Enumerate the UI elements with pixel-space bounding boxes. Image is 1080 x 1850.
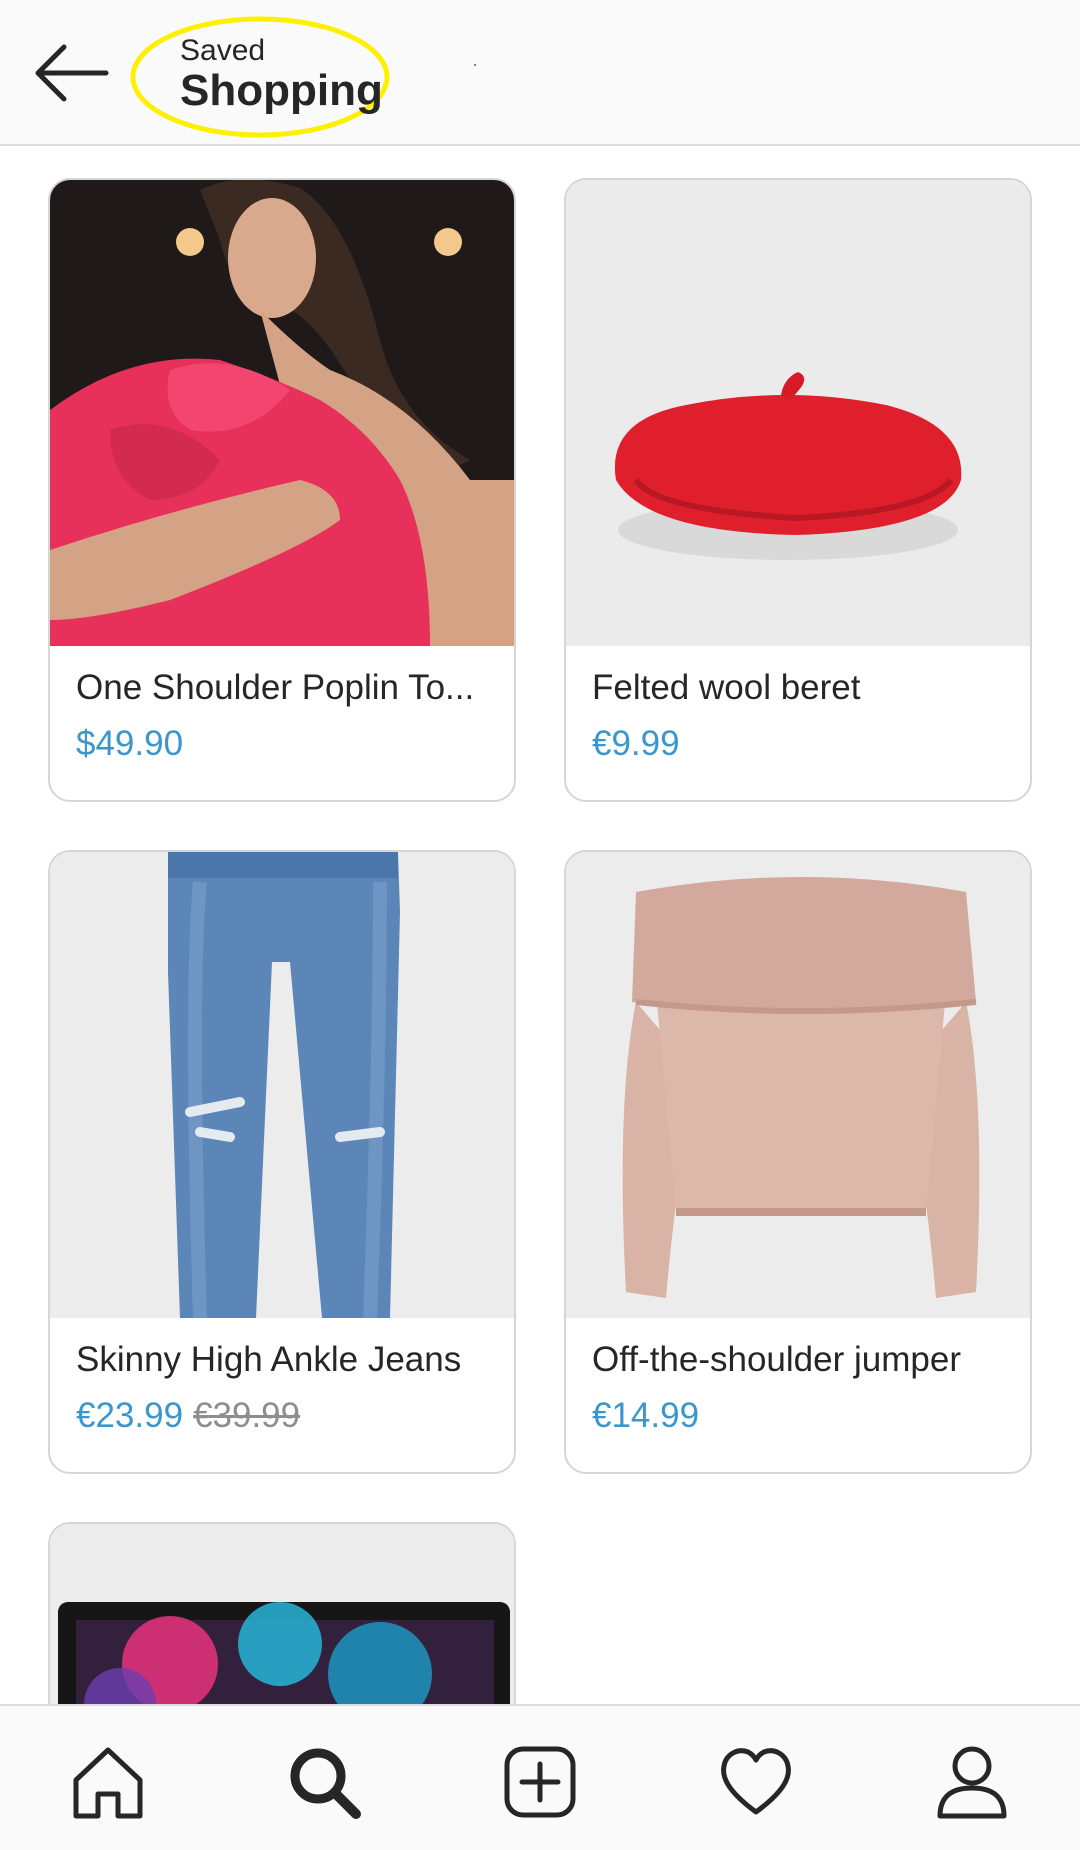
product-name: Off-the-shoulder jumper — [592, 1340, 961, 1379]
product-price: €14.99 — [592, 1396, 700, 1435]
back-button[interactable] — [30, 38, 114, 108]
product-name: Skinny High Ankle Jeans — [76, 1340, 462, 1379]
nav-add-button[interactable] — [500, 1742, 580, 1822]
add-post-icon — [504, 1746, 576, 1818]
product-name: One Shoulder Poplin To... — [76, 668, 475, 707]
bottom-navigation — [0, 1704, 1080, 1850]
product-image-top — [50, 180, 514, 646]
search-icon — [290, 1748, 361, 1819]
heart-icon — [721, 1748, 791, 1815]
product-image-beret — [566, 180, 1030, 646]
product-price: €9.99 — [592, 724, 680, 763]
page-title: Shopping — [180, 66, 383, 115]
product-card[interactable]: Skinny High Ankle Jeans €23.99 €39.99 — [48, 850, 516, 1474]
product-image-jeans — [50, 852, 514, 1318]
price-row: €14.99 — [592, 1396, 699, 1436]
nav-profile-button[interactable] — [932, 1742, 1012, 1822]
top-bar: Saved Shopping — [0, 0, 1080, 146]
stray-dot — [474, 64, 476, 66]
home-icon — [73, 1747, 143, 1819]
nav-search-button[interactable] — [284, 1742, 364, 1822]
price-row: €23.99 €39.99 — [76, 1396, 300, 1436]
page-kicker: Saved — [180, 34, 266, 67]
product-card[interactable]: One Shoulder Poplin To... $49.90 — [48, 178, 516, 802]
price-row: €9.99 — [592, 724, 680, 764]
product-card[interactable]: Felted wool beret €9.99 — [564, 178, 1032, 802]
nav-activity-button[interactable] — [716, 1742, 796, 1822]
product-image-jumper — [566, 852, 1030, 1318]
back-arrow-icon — [35, 44, 109, 102]
nav-home-button[interactable] — [68, 1742, 148, 1822]
product-card[interactable]: Off-the-shoulder jumper €14.99 — [564, 850, 1032, 1474]
page-title-group: Saved Shopping — [128, 14, 392, 140]
price-row: $49.90 — [76, 724, 183, 764]
product-price: $49.90 — [76, 724, 184, 763]
product-price: €23.99 — [76, 1396, 184, 1435]
product-name: Felted wool beret — [592, 668, 861, 707]
profile-icon — [937, 1746, 1007, 1819]
product-old-price: €39.99 — [193, 1396, 301, 1435]
